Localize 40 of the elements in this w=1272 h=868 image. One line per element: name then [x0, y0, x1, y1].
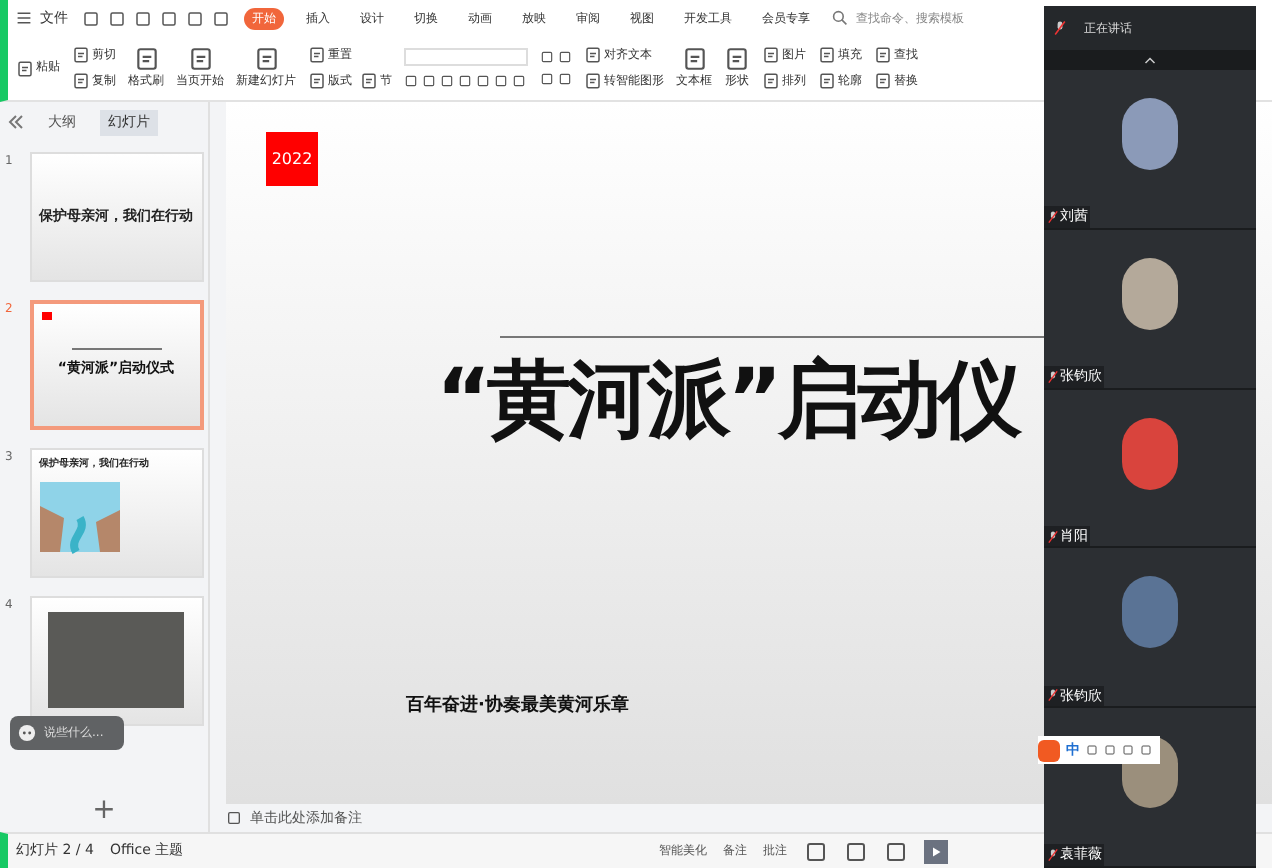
tool-icon: [72, 72, 90, 90]
tool-icon: [724, 46, 750, 72]
tool-icon: [584, 46, 602, 64]
slide-subtitle: 百年奋进·协奏最美黄河乐章: [406, 694, 629, 720]
tool-icon: [187, 46, 213, 72]
tool-icon: [133, 46, 159, 72]
play-button[interactable]: [923, 839, 948, 863]
tool-icon: [308, 72, 326, 90]
tool-icon: [681, 46, 707, 72]
play-icon: [929, 845, 942, 857]
avatar: [1122, 417, 1178, 490]
year-badge: 2022: [266, 132, 318, 186]
tool-icon: [16, 59, 34, 77]
tool-icon: [72, 46, 90, 64]
avatar: [1122, 257, 1178, 330]
tool-icon: [874, 46, 892, 64]
tool-icon: [253, 46, 279, 72]
tool-icon: [762, 72, 780, 90]
muted-mic-icon: [1052, 20, 1068, 36]
tool-icon: [584, 72, 602, 90]
tool-icon: [818, 72, 836, 90]
avatar: [1122, 98, 1178, 170]
add-slide-button[interactable]: +: [92, 796, 116, 824]
collapse-icon[interactable]: [8, 114, 24, 131]
tool-icon: [360, 72, 378, 90]
photo-placeholder: [48, 612, 184, 708]
scroll-up-icon[interactable]: [1144, 54, 1156, 66]
tool-icon: [762, 46, 780, 64]
thumbnail-rule: [71, 348, 161, 351]
tool-icon: [308, 46, 326, 64]
search-icon: [832, 10, 848, 26]
menu-icon: [16, 10, 32, 26]
robot-icon: [18, 724, 36, 742]
thumbnail-badge: [41, 311, 51, 319]
avatar: [1122, 576, 1178, 649]
tool-icon: [874, 72, 892, 90]
ime-logo-icon: [1038, 739, 1060, 761]
slide-title: “黄河派”启动仪: [436, 358, 1019, 442]
tool-icon: [818, 46, 836, 64]
slide-thumbnail[interactable]: [29, 595, 203, 725]
